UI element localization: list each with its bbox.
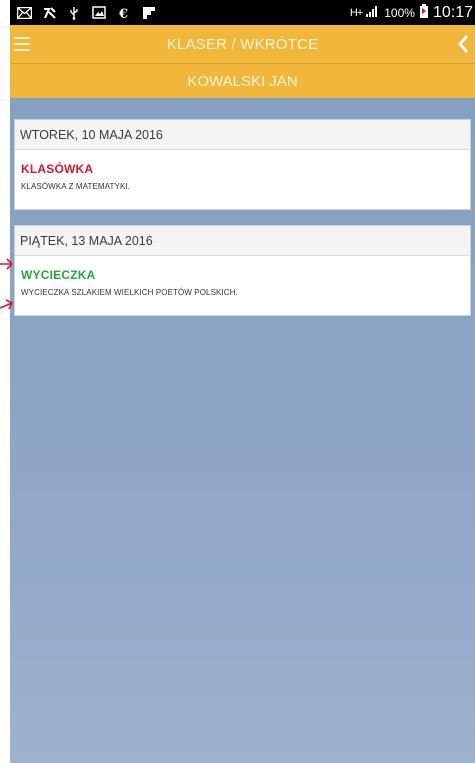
status-clock: 10:17 [432, 3, 473, 21]
usb-icon [66, 6, 82, 20]
flipboard-icon [141, 6, 157, 20]
image-icon [91, 6, 107, 20]
annotation-arrow-icon [0, 299, 14, 310]
events-list: WTOREK, 10 MAJA 2016 KLASÓWKA KLASÓWKA Z… [10, 98, 475, 763]
status-bar: € H+ 100% 10:17 [10, 0, 475, 25]
event-body: WYCIECZKA WYCIECZKA SZLAKIEM WIELKICH PO… [15, 256, 470, 307]
app-header: KLASER / WKRÓTCE [10, 25, 475, 64]
phone-screen: € H+ 100% 10:17 KLASER / WKRÓTCE KOWALSK… [0, 0, 475, 763]
app-icon [41, 6, 57, 20]
event-description: KLASÓWKA Z MATEMATYKI. [21, 182, 131, 191]
event-description: WYCIECZKA SZLAKIEM WIELKICH POETÓW POLSK… [21, 288, 238, 297]
status-notification-icons: € [16, 6, 157, 20]
battery-percent: 100% [384, 5, 415, 20]
svg-text:€: € [118, 7, 128, 20]
battery-icon [419, 3, 429, 22]
event-title: WYCIECZKA [21, 268, 96, 282]
network-type: H+ [349, 6, 363, 19]
signal-icon [366, 4, 380, 21]
event-body: KLASÓWKA KLASÓWKA Z MATEMATYKI. [15, 150, 470, 201]
hamburger-menu-icon[interactable] [12, 32, 34, 56]
event-card[interactable]: PIĄTEK, 13 MAJA 2016 WYCIECZKA WYCIECZKA… [14, 225, 471, 316]
event-date: WTOREK, 10 MAJA 2016 [15, 120, 470, 150]
news-icon: € [116, 6, 132, 20]
page-title: KLASER / WKRÓTCE [166, 35, 319, 53]
event-title: KLASÓWKA [21, 162, 94, 176]
event-card[interactable]: WTOREK, 10 MAJA 2016 KLASÓWKA KLASÓWKA Z… [14, 119, 471, 210]
student-name: KOWALSKI JAN [187, 72, 298, 90]
mail-icon [16, 6, 32, 20]
annotation-arrow-icon [0, 258, 14, 270]
event-date: PIĄTEK, 13 MAJA 2016 [15, 226, 470, 256]
student-bar: KOWALSKI JAN [10, 64, 475, 98]
status-system-icons: H+ 100% 10:17 [349, 3, 473, 22]
chevron-left-icon[interactable] [455, 33, 469, 55]
